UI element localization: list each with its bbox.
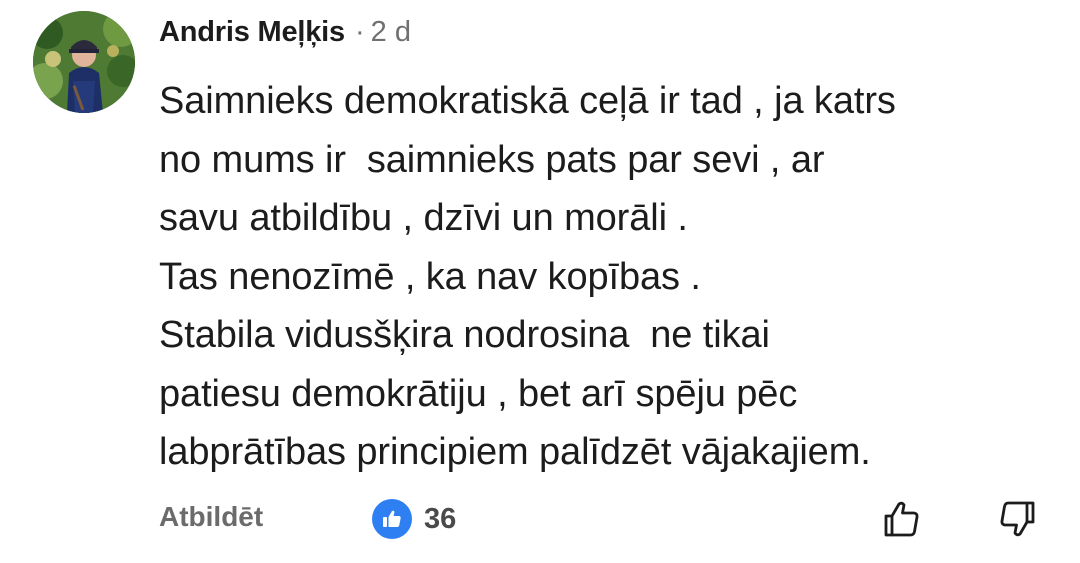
avatar[interactable] [33, 11, 135, 113]
avatar-image [33, 11, 135, 113]
comment-line: Stabila vidusšķira nodrosina ne tikai [159, 314, 770, 356]
comment-line: labprātības principiem palīdzēt vājakaji… [159, 431, 871, 473]
author-name[interactable]: Andris Meļķis [159, 16, 345, 49]
comment: Andris Meļķis · 2 d Saimnieks demokratis… [0, 0, 1080, 563]
comment-line: patiesu demokrātiju , bet arī spēju pēc [159, 372, 798, 415]
comment-header: Andris Meļķis · 2 d [159, 14, 411, 50]
comment-line: savu atbildību , dzīvi un morāli . [159, 197, 688, 239]
reply-button[interactable]: Atbildēt [159, 501, 263, 533]
comment-line: Saimnieks demokratiskā ceļā ir tad , ja … [159, 80, 896, 122]
like-reaction-summary[interactable]: 36 [372, 499, 456, 539]
thumbs-up-outline-icon[interactable] [879, 497, 923, 541]
thumbs-down-outline-icon[interactable] [996, 497, 1040, 541]
separator-dot: · [354, 15, 365, 48]
thumbs-up-badge-icon [372, 499, 412, 539]
like-count: 36 [424, 502, 457, 535]
comment-text: Saimnieks demokratiskā ceļā ir tad , ja … [159, 72, 1059, 482]
comment-actions: Atbildēt 36 [0, 495, 1080, 543]
comment-line: Tas nenozīmē , ka nav kopības . [159, 255, 701, 298]
timestamp: 2 d [370, 15, 411, 48]
comment-line: no mums ir saimnieks pats par sevi , ar [159, 138, 825, 181]
